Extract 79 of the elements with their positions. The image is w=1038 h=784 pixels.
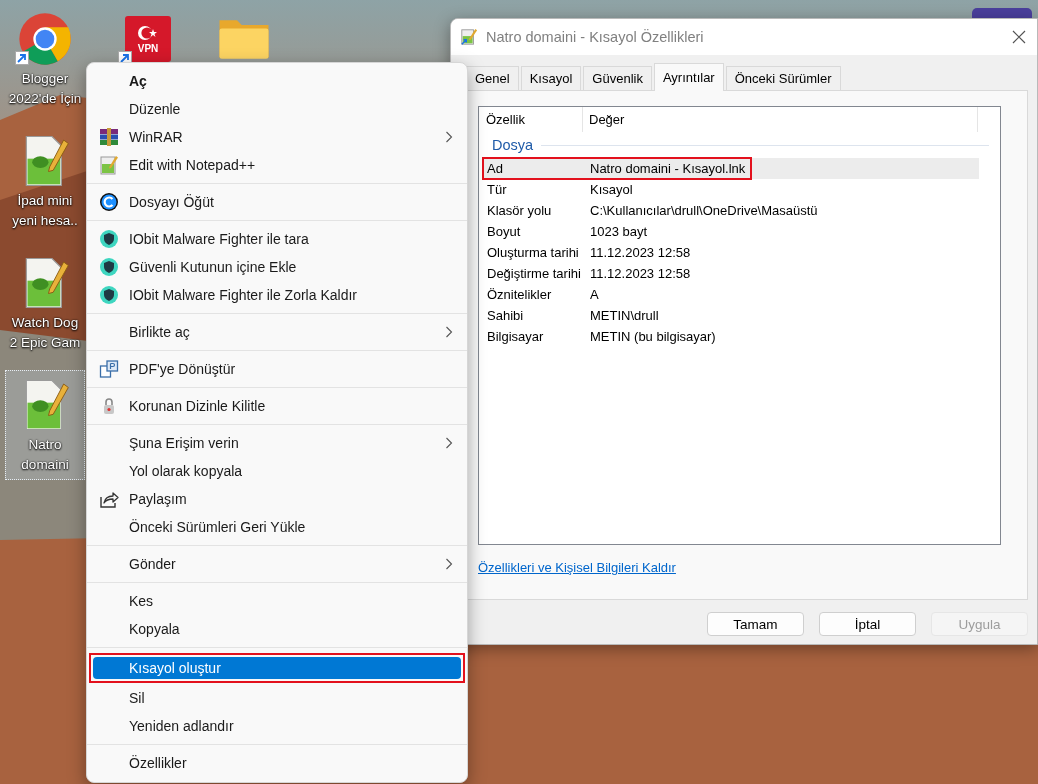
dialog-button[interactable]: Tamam: [707, 612, 804, 636]
shortcut-file-icon: [460, 28, 478, 46]
menu-item[interactable]: Korunan Dizinle Kilitle: [91, 392, 463, 420]
menu-item[interactable]: Kopyala: [91, 615, 463, 643]
property-value: 11.12.2023 12:58: [589, 245, 691, 260]
shortcut-arrow-icon: [15, 51, 29, 65]
menu-item[interactable]: Kes: [91, 587, 463, 615]
archive-icon: [99, 127, 119, 147]
property-name: Oluşturma tarihi: [486, 245, 580, 260]
group-header: Dosya: [492, 137, 534, 153]
shield-icon: [99, 257, 119, 277]
menu-item[interactable]: Yol olarak kopyala: [91, 457, 463, 485]
menu-item[interactable]: Yeniden adlandır: [91, 712, 463, 740]
selected-row[interactable]: Ad Natro domaini - Kısayol.lnk: [483, 158, 979, 179]
remove-properties-link[interactable]: Özellikleri ve Kişisel Bilgileri Kaldır: [478, 560, 676, 576]
menu-item[interactable]: Özellikler: [91, 749, 463, 777]
property-value: METIN\drull: [589, 308, 659, 323]
chevron-right-icon: [445, 326, 453, 338]
property-value: A: [589, 287, 599, 302]
menu-item[interactable]: WinRAR: [91, 123, 463, 151]
menu-item[interactable]: IObit Malware Fighter ile Zorla Kaldır: [91, 281, 463, 309]
property-name: Öznitelikler: [486, 287, 553, 302]
menu-item[interactable]: Dosyayı Öğüt: [91, 188, 463, 216]
property-name: Bilgisayar: [486, 329, 545, 344]
icon-label: 2022'de İçin: [8, 90, 82, 108]
icon-label: yeni hesa..: [12, 212, 78, 230]
menu-item[interactable]: Edit with Notepad++: [91, 151, 463, 179]
crescent-star-icon: [137, 24, 159, 42]
menu-item[interactable]: Paylaşım: [91, 485, 463, 513]
menu-item[interactable]: Aç: [91, 67, 463, 95]
column-header[interactable]: Özellik: [483, 107, 583, 132]
app-tile[interactable]: VPN: [125, 16, 171, 62]
close-icon[interactable]: [1011, 29, 1027, 45]
menu-item[interactable]: IObit Malware Fighter ile tara: [91, 225, 463, 253]
chevron-right-icon: [445, 131, 453, 143]
text-file-icon: [99, 155, 119, 175]
menu-item[interactable]: Sil: [91, 684, 463, 712]
dialog-button[interactable]: İptal: [819, 612, 916, 636]
shield-icon: [99, 285, 119, 305]
icon-label: domaini: [21, 456, 69, 474]
property-name: Ad: [486, 161, 504, 176]
tab[interactable]: Ayrıntılar: [653, 63, 724, 91]
menu-item[interactable]: Şuna Erişim verin: [91, 429, 463, 457]
icon-label: Blogger: [21, 70, 69, 88]
tab[interactable]: Genel: [466, 66, 519, 90]
property-name: Değiştirme tarihi: [486, 266, 582, 281]
menu-item[interactable]: Önceki Sürümleri Geri Yükle: [91, 513, 463, 541]
property-value: 11.12.2023 12:58: [589, 266, 691, 281]
tab[interactable]: Önceki Sürümler: [725, 66, 841, 90]
shield-icon: [99, 229, 119, 249]
window-title: Natro domaini - Kısayol Özellikleri: [486, 29, 705, 45]
menu-item[interactable]: PDF'ye Dönüştür: [91, 355, 463, 383]
tab[interactable]: Kısayol: [520, 66, 582, 90]
menu-item[interactable]: Güvenli Kutunun içine Ekle: [91, 253, 463, 281]
property-value: Kısayol: [589, 182, 633, 197]
property-value: 1023 bayt: [589, 224, 648, 239]
tab[interactable]: Güvenlik: [583, 66, 652, 90]
icon-label: Natro: [28, 436, 62, 454]
icon-label: Watch Dog: [11, 314, 79, 332]
menu-item[interactable]: Gönder: [91, 550, 463, 578]
convert-icon: [99, 359, 119, 379]
property-value: C:\Kullanıcılar\drull\OneDrive\Masaüstü: [589, 203, 818, 218]
property-name: Sahibi: [486, 308, 525, 323]
menu-item[interactable]: Birlikte aç: [91, 318, 463, 346]
browser-icon[interactable]: [17, 11, 73, 67]
circle-icon: [99, 192, 119, 212]
icon-label: İpad mini: [17, 192, 73, 210]
icon-label: 2 Epic Gam: [9, 334, 81, 352]
property-name: Klasör yolu: [486, 203, 553, 218]
menu-item[interactable]: Düzenle: [91, 95, 463, 123]
menu-item[interactable]: Kısayol oluştur: [93, 657, 461, 679]
chevron-right-icon: [445, 558, 453, 570]
column-header[interactable]: Değer: [583, 107, 978, 132]
property-value: METIN (bu bilgisayar): [589, 329, 716, 344]
logo-text: VPN: [137, 43, 159, 54]
property-value: Natro domaini - Kısayol.lnk: [589, 161, 746, 176]
property-name: Tür: [486, 182, 508, 197]
chevron-right-icon: [445, 437, 453, 449]
property-name: Boyut: [486, 224, 522, 239]
